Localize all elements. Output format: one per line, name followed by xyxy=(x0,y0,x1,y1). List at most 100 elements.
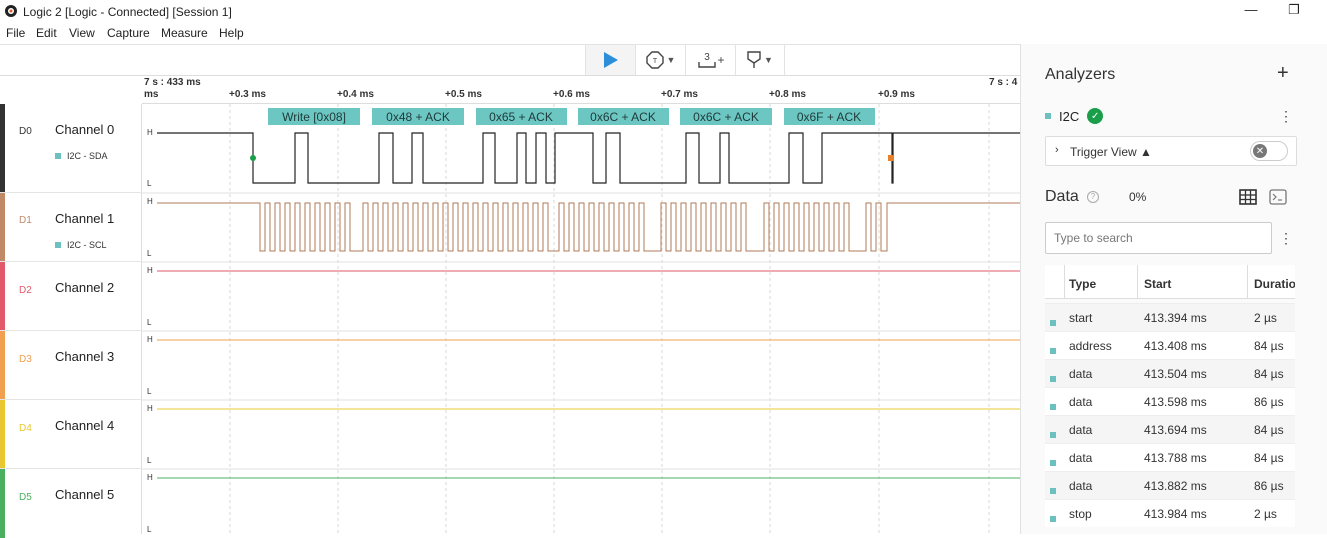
cell-type: start xyxy=(1069,311,1093,325)
channel-row-5[interactable]: D5 Channel 5 xyxy=(0,469,142,538)
channel-analyzer-tag: I2C - SDA xyxy=(55,151,108,161)
cell-duration: 86 µs xyxy=(1254,395,1284,409)
time-axis[interactable]: 7 s : 433 ms ms +0.3 ms +0.4 ms +0.5 ms … xyxy=(142,75,1020,104)
time-origin-label: 7 s : 433 ms xyxy=(144,77,201,88)
cell-type: data xyxy=(1069,395,1093,409)
table-row[interactable]: data 413.504 ms 84 µs xyxy=(1045,359,1295,387)
table-row[interactable]: data 413.694 ms 84 µs xyxy=(1045,415,1295,443)
menu-edit[interactable]: Edit xyxy=(36,26,57,40)
decoded-frame-label: 0x6C + ACK xyxy=(693,110,759,124)
channel-id: D5 xyxy=(19,492,32,503)
menu-capture[interactable]: Capture xyxy=(107,26,150,40)
tick-label: +0.3 ms xyxy=(229,89,266,100)
trigger-view-row[interactable]: › Trigger View ▲ ✕ xyxy=(1045,136,1297,166)
table-row[interactable]: start 413.394 ms 2 µs xyxy=(1045,303,1295,331)
analyzer-menu-icon[interactable]: ⋮ xyxy=(1279,108,1293,125)
maximize-button[interactable]: ❐ xyxy=(1284,2,1304,20)
table-row[interactable]: data 413.882 ms 86 µs xyxy=(1045,471,1295,499)
level-high-label: H xyxy=(147,404,153,413)
tick-label: +0.6 ms xyxy=(553,89,590,100)
menu-help[interactable]: Help xyxy=(219,26,244,40)
tick-label: +0.8 ms xyxy=(769,89,806,100)
row-color-swatch xyxy=(1050,455,1056,469)
cell-type: data xyxy=(1069,451,1093,465)
cell-start: 413.984 ms xyxy=(1144,507,1207,521)
table-row[interactable]: address 413.408 ms 84 µs xyxy=(1045,331,1295,359)
table-view-icon[interactable] xyxy=(1239,189,1257,205)
channel-row-3[interactable]: D3 Channel 3 xyxy=(0,331,142,400)
channel-id: D1 xyxy=(19,215,32,226)
time-end-label: 7 s : 4 xyxy=(989,77,1018,88)
menu-measure[interactable]: Measure xyxy=(161,26,208,40)
cell-type: data xyxy=(1069,423,1093,437)
channel-id: D4 xyxy=(19,423,32,434)
data-progress: 0% xyxy=(1129,190,1147,204)
table-header: Type Start Duration xyxy=(1045,265,1295,299)
row-color-swatch xyxy=(1050,343,1056,357)
cell-start: 413.598 ms xyxy=(1144,395,1207,409)
analyzer-color-swatch xyxy=(1045,113,1051,119)
channel-row-4[interactable]: D4 Channel 4 xyxy=(0,400,142,469)
analyzer-item-i2c[interactable]: I2C ✓ xyxy=(1045,108,1104,124)
warning-icon: ▲ xyxy=(1140,145,1152,159)
data-table: Type Start Duration start 413.394 ms 2 µs a… xyxy=(1045,265,1295,534)
channel-color-bar xyxy=(0,400,5,468)
help-icon[interactable]: ? xyxy=(1087,191,1099,203)
chevron-down-icon: ▼ xyxy=(666,55,676,65)
level-low-label: L xyxy=(147,318,152,327)
channel-color-bar xyxy=(0,262,5,330)
terminal-icon[interactable] xyxy=(1269,189,1287,205)
level-high-label: H xyxy=(147,473,153,482)
menu-view[interactable]: View xyxy=(69,26,95,40)
channel-color-bar xyxy=(0,193,5,261)
channel-row-2[interactable]: D2 Channel 2 xyxy=(0,262,142,331)
row-color-swatch xyxy=(1050,315,1056,329)
column-header-duration[interactable]: Duration xyxy=(1248,265,1295,299)
table-row[interactable]: data 413.598 ms 86 µs xyxy=(1045,387,1295,415)
channel-color-bar xyxy=(0,331,5,399)
channel-id: D2 xyxy=(19,285,32,296)
analyzers-panel: Analyzers + I2C ✓ ⋮ › Trigger View ▲ ✕ D… xyxy=(1020,44,1327,534)
level-high-label: H xyxy=(147,128,153,137)
column-header-start[interactable]: Start xyxy=(1138,265,1248,299)
cell-start: 413.408 ms xyxy=(1144,339,1207,353)
menu-file[interactable]: File xyxy=(6,26,25,40)
table-row[interactable]: stop 413.984 ms 2 µs xyxy=(1045,499,1295,527)
add-measurement-button[interactable]: 3 + xyxy=(685,45,735,75)
add-analyzer-button[interactable]: + xyxy=(1277,62,1289,85)
decoded-bubbles: Write [0x08] 0x48 + ACK 0x65 + ACK 0x6C … xyxy=(268,108,875,125)
table-row[interactable]: data 413.788 ms 84 µs xyxy=(1045,443,1295,471)
svg-text:+: + xyxy=(717,53,724,67)
play-icon xyxy=(603,52,618,68)
cell-start: 413.882 ms xyxy=(1144,479,1207,493)
tick-label: +0.5 ms xyxy=(445,89,482,100)
cell-start: 413.788 ms xyxy=(1144,451,1207,465)
tick-label: +0.9 ms xyxy=(878,89,915,100)
window-title: Logic 2 [Logic - Connected] [Session 1] xyxy=(23,5,232,19)
channel-row-0[interactable]: D0 Channel 0 I2C - SDA xyxy=(0,104,142,193)
capture-toolbar: T ▼ 3 + ▼ xyxy=(0,44,1020,75)
data-title: Data xyxy=(1045,188,1079,205)
title-bar: Logic 2 [Logic - Connected] [Session 1] … xyxy=(0,0,1327,24)
level-low-label: L xyxy=(147,525,152,534)
add-marker-button[interactable]: ▼ xyxy=(735,45,785,75)
minimize-button[interactable]: — xyxy=(1241,2,1261,20)
trigger-view-label: Trigger View xyxy=(1070,145,1137,159)
level-high-label: H xyxy=(147,335,153,344)
search-input[interactable] xyxy=(1045,222,1272,254)
analyzer-color-swatch xyxy=(55,242,61,248)
chevron-right-icon: › xyxy=(1055,144,1059,156)
channel-name: Channel 5 xyxy=(55,487,115,502)
measure-icon: 3 + xyxy=(697,52,724,68)
channel-row-1[interactable]: D1 Channel 1 I2C - SCL xyxy=(0,193,142,262)
waveform-canvas[interactable]: HL HL HL HL HL HL Write [0x08] 0x48 + AC… xyxy=(142,104,1020,534)
level-high-label: H xyxy=(147,266,153,275)
data-menu-icon[interactable]: ⋮ xyxy=(1279,230,1293,247)
analyzers-title: Analyzers xyxy=(1045,66,1116,83)
channel-name: Channel 1 xyxy=(55,211,115,226)
row-color-swatch xyxy=(1050,427,1056,441)
trigger-view-toggle[interactable]: ✕ xyxy=(1250,141,1288,161)
start-capture-button[interactable] xyxy=(585,45,635,75)
column-header-type[interactable]: Type xyxy=(1065,265,1138,299)
trigger-settings-button[interactable]: T ▼ xyxy=(635,45,685,75)
